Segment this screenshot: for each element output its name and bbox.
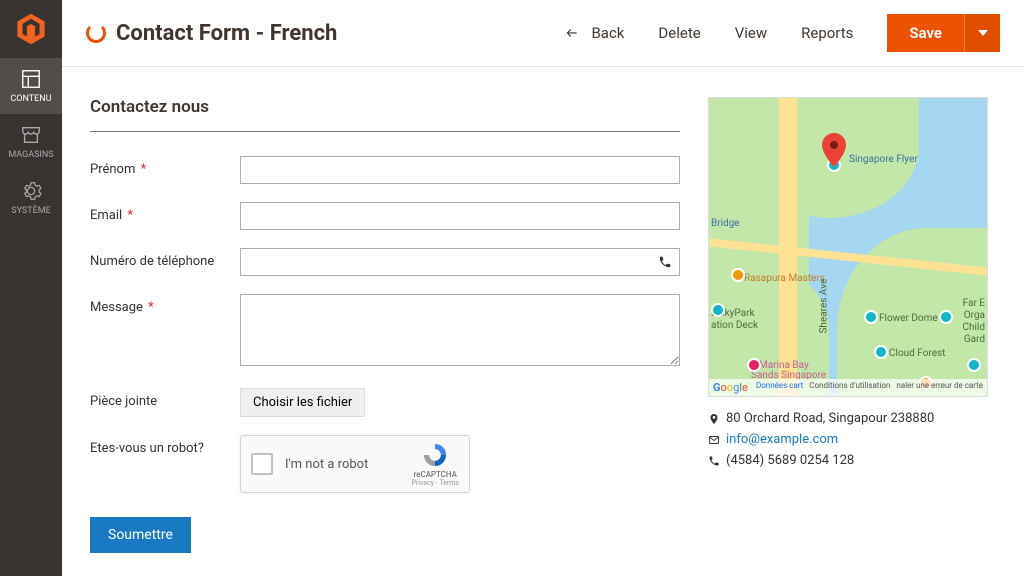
reports-button[interactable]: Reports xyxy=(801,24,853,42)
google-logo: Google xyxy=(713,381,748,394)
map-label: Singapore Flyer xyxy=(849,154,918,165)
email-input[interactable] xyxy=(240,202,680,230)
email-label: Email * xyxy=(90,202,240,223)
sidebar-item-stores[interactable]: MAGASINS xyxy=(0,114,62,170)
submit-button[interactable]: Soumettre xyxy=(90,517,191,553)
recaptcha-widget[interactable]: I'm not a robot reCAPTCHA Privacy - Term… xyxy=(240,435,470,493)
delete-button[interactable]: Delete xyxy=(658,24,700,42)
map-label: Flower Dome xyxy=(879,313,938,324)
caret-down-icon xyxy=(978,28,988,38)
spinner-icon xyxy=(86,23,106,43)
stores-icon xyxy=(20,124,42,146)
page-title: Contact Form - French xyxy=(116,21,337,46)
map-poi-icon xyxy=(967,358,981,372)
sidebar-item-label: MAGASINS xyxy=(8,150,53,160)
attachment-label: Pièce jointe xyxy=(90,388,240,409)
view-button[interactable]: View xyxy=(735,24,767,42)
map-label: Bridge xyxy=(711,218,740,229)
arrow-left-icon xyxy=(563,26,581,40)
map-label: Far E xyxy=(963,298,985,309)
map-label: Gard xyxy=(964,334,985,345)
sidebar-item-system[interactable]: SYSTÈME xyxy=(0,170,62,226)
map-poi-icon xyxy=(874,345,888,359)
map-widget[interactable]: Singapore Flyer Bridge Rasapura Masters … xyxy=(708,97,988,397)
map-label: Child xyxy=(962,322,985,333)
recaptcha-badge: reCAPTCHA Privacy - Terms xyxy=(411,442,459,487)
phone-input[interactable] xyxy=(240,248,680,276)
firstname-input[interactable] xyxy=(240,156,680,184)
contact-form: Contactez nous Prénom * Email * Numéro d… xyxy=(90,97,680,546)
envelope-icon xyxy=(708,434,720,446)
recaptcha-icon xyxy=(422,442,448,468)
recaptcha-checkbox[interactable] xyxy=(251,453,273,475)
map-label: Orga xyxy=(964,310,985,321)
map-poi-icon xyxy=(731,268,745,282)
back-button[interactable]: Back xyxy=(563,24,624,42)
contact-address: 80 Orchard Road, Singapour 238880 xyxy=(726,409,934,430)
sidebar-item-label: SYSTÈME xyxy=(11,206,50,216)
map-attribution: Google Données cart Conditions d'utilisa… xyxy=(709,379,987,396)
location-pin-icon xyxy=(708,413,720,425)
page-header: Contact Form - French Back Delete View R… xyxy=(62,0,1024,67)
recaptcha-text: I'm not a robot xyxy=(285,457,411,472)
message-label: Message * xyxy=(90,294,240,315)
gear-icon xyxy=(20,180,42,202)
message-textarea[interactable] xyxy=(240,294,680,366)
robot-label: Etes-vous un robot? xyxy=(90,435,240,456)
map-label: Cloud Forest xyxy=(889,348,945,359)
map-poi-icon xyxy=(939,310,953,324)
map-label: ation Deck xyxy=(711,320,758,331)
map-pin-icon xyxy=(822,133,846,167)
contact-phone: (4584) 5689 0254 128 xyxy=(726,451,854,472)
admin-sidebar: CONTENU MAGASINS SYSTÈME xyxy=(0,0,62,576)
map-label: Sheares Ave xyxy=(819,279,830,334)
contact-email-link[interactable]: info@example.com xyxy=(726,430,838,451)
contact-info: 80 Orchard Road, Singapour 238880 info@e… xyxy=(708,409,988,471)
map-poi-icon xyxy=(864,310,878,324)
magento-logo-icon xyxy=(14,12,48,46)
map-poi-icon xyxy=(711,303,725,317)
save-dropdown-button[interactable] xyxy=(964,14,1000,52)
phone-icon xyxy=(708,455,720,467)
sidebar-item-content[interactable]: CONTENU xyxy=(0,58,62,114)
save-button[interactable]: Save xyxy=(887,14,964,52)
map-label: Rasapura Masters xyxy=(744,273,825,284)
form-title: Contactez nous xyxy=(90,97,680,132)
phone-icon xyxy=(658,255,672,269)
phone-label: Numéro de téléphone xyxy=(90,248,240,269)
map-poi-icon xyxy=(747,358,761,372)
choose-file-button[interactable]: Choisir les fichier xyxy=(240,388,365,417)
firstname-label: Prénom * xyxy=(90,156,240,177)
content-icon xyxy=(20,68,42,90)
sidebar-item-label: CONTENU xyxy=(10,94,51,104)
